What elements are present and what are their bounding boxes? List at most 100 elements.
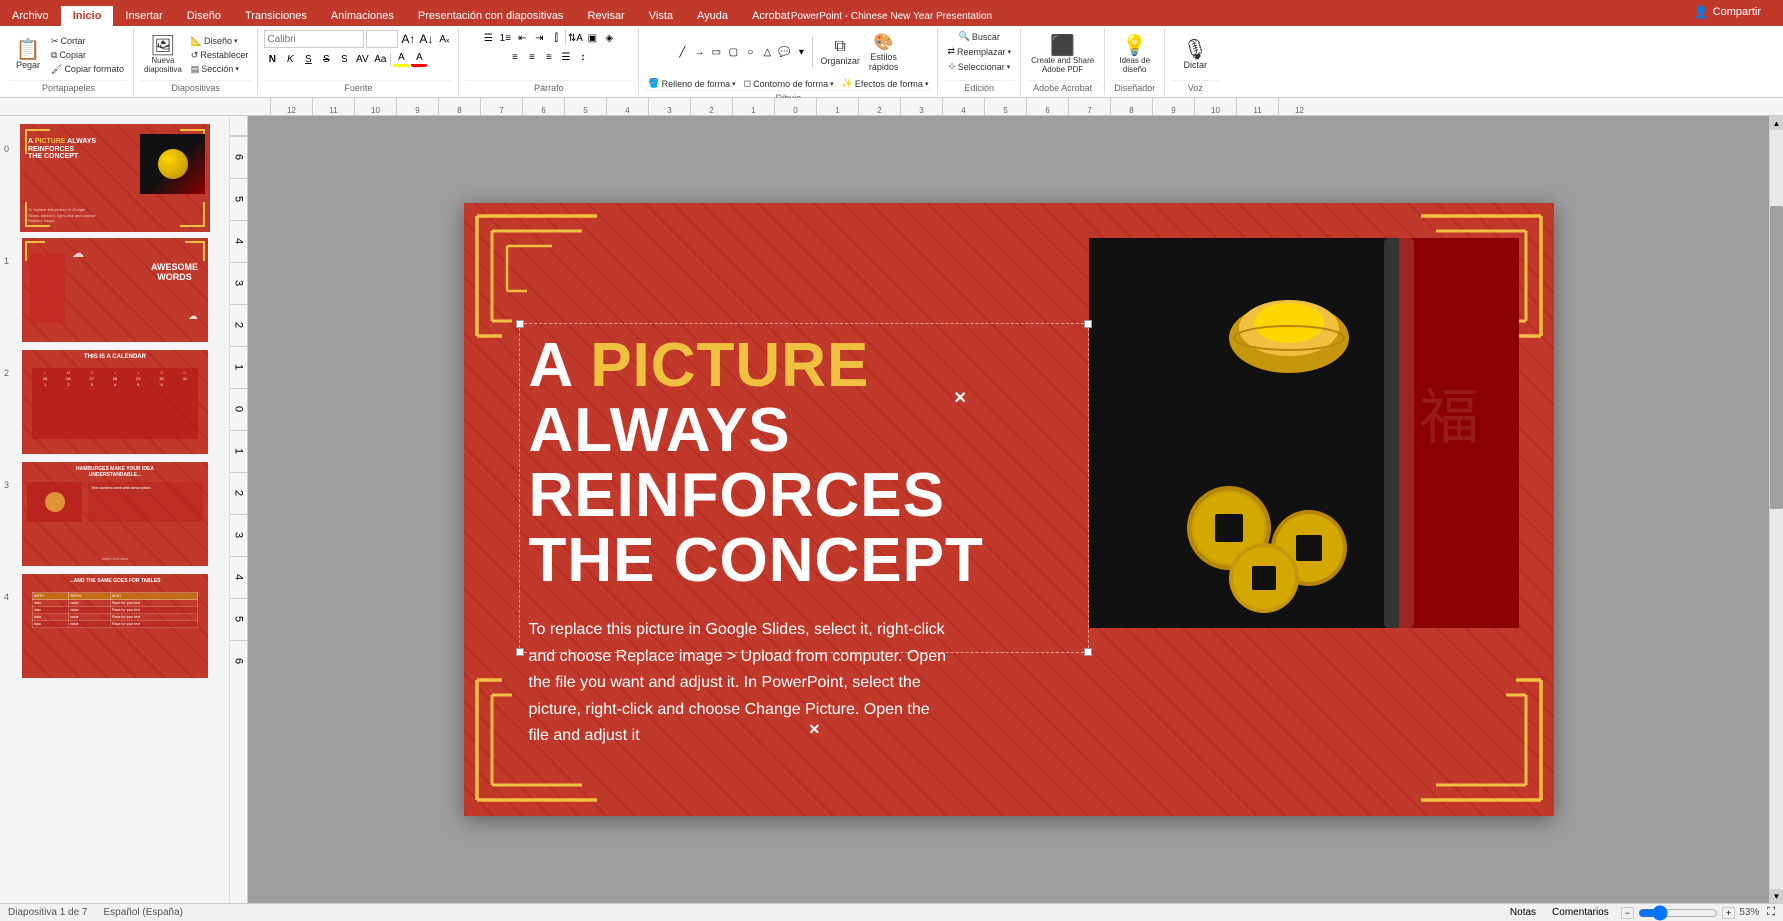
slide-number-2: 2 <box>4 348 16 378</box>
notes-button[interactable]: Notas <box>1506 907 1540 918</box>
align-center-button[interactable]: ≡ <box>524 49 540 65</box>
copiar-button[interactable]: ⧉ Copiar <box>48 49 127 62</box>
paragraph-row1: ☰ 1≡ ⇤ ⇥ ⫿ ⇅A ▣ ◈ <box>480 30 617 46</box>
text-direction-button[interactable]: ⇅A <box>567 30 583 46</box>
rounded-rect-tool[interactable]: ▢ <box>725 44 741 60</box>
triangle-tool[interactable]: △ <box>759 44 775 60</box>
case-button[interactable]: Aa <box>372 51 388 67</box>
slide-canvas-wrapper[interactable]: ✕ ✕ A PICTURE ALWAYS REINFORCES THE CONC… <box>248 116 1769 903</box>
numbering-button[interactable]: 1≡ <box>497 30 513 46</box>
thumb1-corner-tr <box>185 241 205 261</box>
fit-window-button[interactable]: ⛶ <box>1767 906 1775 919</box>
line-spacing-button[interactable]: ↕ <box>575 49 591 65</box>
thumb3-block2: Text content area with description <box>88 482 203 522</box>
oval-tool[interactable]: ○ <box>742 44 758 60</box>
callout-tool[interactable]: 💬 <box>776 44 792 60</box>
comments-button[interactable]: Comentarios <box>1548 907 1613 918</box>
slide-thumbnail-0[interactable]: A PICTURE ALWAYSREINFORCESTHE CONCEPT To… <box>20 124 210 232</box>
efectos-button[interactable]: ✨ Efectos de forma ▾ <box>839 77 932 90</box>
estilos-rapidos-button[interactable]: 🎨 Estilos rápidos <box>865 30 903 74</box>
corner-decoration-tl <box>472 211 602 344</box>
seleccionar-button[interactable]: ⊹ Seleccionar ▾ <box>945 60 1013 73</box>
nueva-diapositiva-button[interactable]: 🖼 Nueva diapositiva <box>140 34 186 76</box>
rect-tool[interactable]: ▭ <box>708 44 724 60</box>
shadow-button[interactable]: S <box>336 51 352 67</box>
align-text-button[interactable]: ▣ <box>584 30 600 46</box>
adobe-create-button[interactable]: ⬛ Create and Share Adobe PDF <box>1027 34 1098 76</box>
reemplazar-button[interactable]: ⇄ Reemplazar ▾ <box>944 45 1014 58</box>
organizar-button[interactable]: ⧉ Organizar <box>816 36 864 68</box>
arrow-tool[interactable]: → <box>691 44 707 60</box>
tab-revisar[interactable]: Revisar <box>575 6 636 26</box>
increase-font-button[interactable]: A↑ <box>400 31 416 47</box>
tab-archivo[interactable]: Archivo <box>0 6 61 26</box>
slide-thumb-0[interactable]: 0 A PICTURE ALWAYSREINFORCESTHE CONCEPT <box>4 124 225 232</box>
font-color-button[interactable]: A <box>411 51 427 67</box>
zoom-slider[interactable] <box>1638 908 1718 918</box>
font-size-input[interactable]: 14 <box>366 30 398 48</box>
dictar-button[interactable]: 🎙 Dictar <box>1177 38 1213 72</box>
sep <box>565 30 566 44</box>
scroll-down-button[interactable]: ▼ <box>1770 889 1783 903</box>
decrease-indent-button[interactable]: ⇤ <box>514 30 530 46</box>
thumb-image-0 <box>140 134 205 194</box>
slide-thumb-4[interactable]: 4 ...AND THE SAME GOES FOR TABLES SMTH S… <box>4 572 225 680</box>
italic-button[interactable]: K <box>282 51 298 67</box>
diseno-button[interactable]: 📐 Diseño ▾ <box>188 35 252 48</box>
pegar-button[interactable]: 📋 Pegar <box>10 38 46 72</box>
spacing-button[interactable]: AV <box>354 51 370 67</box>
clear-format-button[interactable]: Aₓ <box>436 31 452 47</box>
ideas-diseno-button[interactable]: 💡 Ideas de diseño <box>1115 34 1154 76</box>
tab-diseno[interactable]: Diseño <box>175 6 233 26</box>
slide-thumbnail-1[interactable]: ☁ ☁ AWESOMEWORDS <box>20 236 210 344</box>
tab-inicio[interactable]: Inicio <box>61 6 114 26</box>
share-button[interactable]: 👤 Compartir <box>1684 0 1771 26</box>
thumb3-footer: footer text area <box>27 556 203 561</box>
more-shapes-button[interactable]: ▾ <box>793 44 809 60</box>
bullets-button[interactable]: ☰ <box>480 30 496 46</box>
vertical-ruler: 6 5 4 3 2 1 0 1 2 3 4 5 6 <box>230 116 248 903</box>
zoom-out-button[interactable]: − <box>1621 907 1634 919</box>
align-left-button[interactable]: ≡ <box>507 49 523 65</box>
thumb-title-0: A PICTURE ALWAYSREINFORCESTHE CONCEPT <box>28 138 96 161</box>
line-tool[interactable]: ╱ <box>674 44 690 60</box>
underline-button[interactable]: S <box>300 51 316 67</box>
chevron-down-icon: ▾ <box>234 37 238 45</box>
slide-thumbnail-4[interactable]: ...AND THE SAME GOES FOR TABLES SMTH SMT… <box>20 572 210 680</box>
zoom-in-button[interactable]: + <box>1722 907 1735 919</box>
tab-animaciones[interactable]: Animaciones <box>319 6 406 26</box>
tab-insertar[interactable]: Insertar <box>113 6 174 26</box>
font-name-input[interactable] <box>264 30 364 48</box>
align-right-button[interactable]: ≡ <box>541 49 557 65</box>
cortar-button[interactable]: ✂ Cortar <box>48 35 127 48</box>
columns-button[interactable]: ⫿ <box>548 30 564 46</box>
tab-presentacion[interactable]: Presentación con diapositivas <box>406 6 576 26</box>
scroll-up-button[interactable]: ▲ <box>1770 116 1783 130</box>
slide-thumb-2[interactable]: 2 THIS IS A CALENDAR L M X J V <box>4 348 225 456</box>
tab-transiciones[interactable]: Transiciones <box>233 6 319 26</box>
justify-button[interactable]: ☰ <box>558 49 574 65</box>
bold-button[interactable]: N <box>264 51 280 67</box>
scroll-track[interactable] <box>1770 130 1783 889</box>
highlight-button[interactable]: A <box>393 51 409 67</box>
tab-ayuda[interactable]: Ayuda <box>685 6 740 26</box>
slide-thumbnail-2[interactable]: THIS IS A CALENDAR L M X J V S D <box>20 348 210 456</box>
increase-indent-button[interactable]: ⇥ <box>531 30 547 46</box>
contorno-button[interactable]: ◻ Contorno de forma ▾ <box>741 77 837 90</box>
search-icon: 🔍 <box>959 31 970 42</box>
tab-vista[interactable]: Vista <box>637 6 685 26</box>
vertical-scrollbar[interactable]: ▲ ▼ <box>1769 116 1783 903</box>
slide-thumb-3[interactable]: 3 HAMBURGES MAKE YOUR IDEAUNDERSTANDABLE… <box>4 460 225 568</box>
smartart-button[interactable]: ◈ <box>601 30 617 46</box>
decrease-font-button[interactable]: A↓ <box>418 31 434 47</box>
strikethrough-button[interactable]: S <box>318 51 334 67</box>
relleno-button[interactable]: 🪣 Relleno de forma ▾ <box>645 77 738 90</box>
slide-thumbnail-3[interactable]: HAMBURGES MAKE YOUR IDEAUNDERSTANDABLE..… <box>20 460 210 568</box>
seccion-button[interactable]: ▤ Sección ▾ <box>188 63 252 76</box>
restablecer-button[interactable]: ↺ Restablecer <box>188 49 252 62</box>
copiar-formato-button[interactable]: 🖌 Copiar formato <box>48 63 127 76</box>
reset-icon: ↺ <box>191 50 199 61</box>
scroll-thumb[interactable] <box>1770 206 1783 510</box>
slide-thumb-1[interactable]: 1 ☁ ☁ AWESOMEWORDS <box>4 236 225 344</box>
buscar-button[interactable]: 🔍 Buscar <box>956 30 1003 43</box>
